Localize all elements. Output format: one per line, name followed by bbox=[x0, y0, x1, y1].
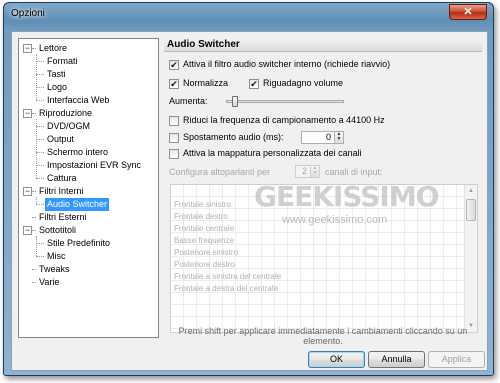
panel-title: Audio Switcher bbox=[164, 38, 482, 52]
tree-item[interactable]: Formati bbox=[45, 55, 80, 68]
title-bar[interactable]: Opzioni ✕ bbox=[4, 3, 493, 25]
channel-row: Posteriore sinistro bbox=[174, 248, 239, 257]
channel-row: Frontale a destra del centrale bbox=[174, 284, 279, 293]
channel-row: Basse frequenze bbox=[174, 236, 235, 245]
downsample-checkbox[interactable] bbox=[169, 116, 179, 126]
tree-item[interactable]: Audio Switcher bbox=[45, 198, 110, 211]
tree-item[interactable]: Stile Predefinito bbox=[45, 237, 112, 250]
audio-shift-checkbox[interactable] bbox=[169, 133, 179, 143]
cancel-button[interactable]: Annulla bbox=[368, 351, 425, 368]
tree-item[interactable]: Tweaks bbox=[37, 263, 72, 276]
audio-switcher-panel: Audio Switcher ✔ Attiva il filtro audio … bbox=[164, 38, 482, 338]
audio-shift-label: Spostamento audio (ms): bbox=[183, 132, 284, 142]
channel-row: Posteriore destro bbox=[174, 260, 235, 269]
audio-shift-input[interactable]: 0 bbox=[301, 131, 335, 144]
ok-button[interactable]: OK bbox=[308, 351, 365, 368]
tree-item[interactable]: Interfaccia Web bbox=[45, 94, 111, 107]
tree-item[interactable]: Output bbox=[45, 133, 76, 146]
custom-mapping-label: Attiva la mappatura personalizzata dei c… bbox=[183, 148, 362, 158]
boost-slider-track[interactable] bbox=[226, 100, 344, 103]
scroll-up-icon[interactable]: ▲ bbox=[465, 185, 477, 197]
tree-item[interactable]: Misc bbox=[45, 250, 68, 263]
watermark-logo: GEEKISSIMO bbox=[254, 180, 440, 213]
custom-mapping-checkbox[interactable] bbox=[169, 149, 179, 159]
tree-toggle-icon[interactable]: − bbox=[23, 226, 32, 235]
tree-item[interactable]: Tasti bbox=[45, 68, 68, 81]
channel-row: Frontale centrale bbox=[174, 224, 235, 233]
input-channels-input[interactable]: 2 bbox=[295, 165, 311, 178]
speaker-config-label: Configura altoparlanti per bbox=[169, 167, 271, 177]
tree-item[interactable]: Filtri Esterni bbox=[37, 211, 89, 224]
input-channels-label: canali di input: bbox=[325, 167, 383, 177]
tree-toggle-icon[interactable]: − bbox=[23, 44, 32, 53]
boost-label: Aumenta: bbox=[169, 96, 208, 106]
scroll-thumb[interactable] bbox=[466, 199, 476, 221]
apply-button[interactable]: Applica bbox=[428, 351, 485, 368]
boost-slider-thumb[interactable] bbox=[232, 96, 239, 107]
enable-filter-label: Attiva il filtro audio switcher interno … bbox=[183, 59, 391, 69]
tree-item[interactable]: Logo bbox=[45, 81, 69, 94]
tree-item[interactable]: Varie bbox=[37, 276, 61, 289]
input-channels-stepper[interactable]: ▲ ▼ bbox=[310, 165, 320, 178]
tree-toggle-icon[interactable]: − bbox=[23, 109, 32, 118]
options-tree: − Lettore Formati Tasti Logo Interfaccia Web −… bbox=[18, 38, 159, 338]
regain-volume-label: Riguadagno volume bbox=[263, 78, 344, 88]
tree-item[interactable]: Schermo intero bbox=[45, 146, 110, 159]
tree-item[interactable]: Impostazioni EVR Sync bbox=[45, 159, 143, 172]
normalize-checkbox[interactable]: ✔ bbox=[169, 79, 179, 89]
enable-filter-checkbox[interactable]: ✔ bbox=[169, 60, 179, 70]
hint-text: Premi shift per applicare immediatamente… bbox=[178, 326, 468, 346]
close-button[interactable]: ✕ bbox=[449, 4, 487, 20]
regain-volume-checkbox[interactable]: ✔ bbox=[249, 79, 259, 89]
normalize-label: Normalizza bbox=[183, 78, 229, 88]
tree-item[interactable]: Filtri Interni bbox=[37, 185, 86, 198]
tree-toggle-icon[interactable]: − bbox=[23, 187, 32, 196]
audio-shift-stepper[interactable]: ▲ ▼ bbox=[334, 131, 344, 144]
tree-item[interactable]: Cattura bbox=[45, 172, 79, 185]
tree-item[interactable]: Lettore bbox=[37, 42, 69, 55]
downsample-label: Riduci la frequenza di campionamento a 4… bbox=[183, 115, 385, 125]
options-window: Opzioni ✕ − Lettore Formati Tasti Logo Interf… bbox=[3, 2, 494, 376]
tree-item[interactable]: Riproduzione bbox=[37, 107, 94, 120]
dialog-body: − Lettore Formati Tasti Logo Interfaccia Web −… bbox=[11, 31, 488, 371]
watermark-url: www.geekissimo.com bbox=[282, 214, 388, 226]
channel-row: Frontale destro bbox=[174, 212, 228, 221]
grid-scrollbar[interactable]: ▲ ▼ bbox=[464, 185, 477, 332]
window-title: Opzioni bbox=[11, 8, 45, 19]
channel-row: Frontale sinistro bbox=[174, 200, 231, 209]
channel-row: Frontale a sinistra del centrale bbox=[174, 272, 282, 281]
tree-item[interactable]: DVD/OGM bbox=[45, 120, 92, 133]
tree-item[interactable]: Sottotitoli bbox=[37, 224, 78, 237]
